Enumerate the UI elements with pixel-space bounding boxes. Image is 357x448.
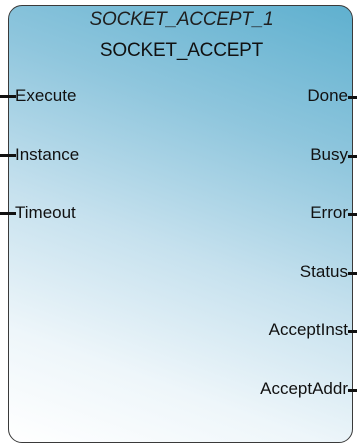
input-connector-timeout[interactable]	[0, 212, 16, 215]
input-connector-instance[interactable]	[0, 154, 16, 157]
instance-name: SOCKET_ACCEPT_1	[89, 9, 274, 30]
output-connector-acceptaddr[interactable]	[348, 389, 357, 392]
output-pin-error: Error	[310, 203, 348, 222]
output-pin-acceptaddr: AcceptAddr	[260, 379, 348, 398]
output-pin-busy: Busy	[310, 145, 348, 164]
input-pin-execute: Execute	[15, 86, 77, 105]
input-pin-timeout: Timeout	[15, 203, 76, 222]
block-type-name: SOCKET_ACCEPT	[99, 40, 264, 61]
output-pin-status: Status	[299, 262, 348, 281]
input-connector-execute[interactable]	[0, 95, 16, 98]
output-connector-status[interactable]	[348, 272, 357, 275]
output-connector-error[interactable]	[348, 213, 357, 216]
output-connector-acceptinst[interactable]	[348, 330, 357, 333]
output-connector-busy[interactable]	[348, 155, 357, 158]
output-connector-done[interactable]	[348, 96, 357, 99]
input-pin-instance: Instance	[15, 145, 80, 164]
output-pin-acceptinst: AcceptInst	[268, 320, 348, 339]
output-pin-done: Done	[307, 86, 348, 105]
